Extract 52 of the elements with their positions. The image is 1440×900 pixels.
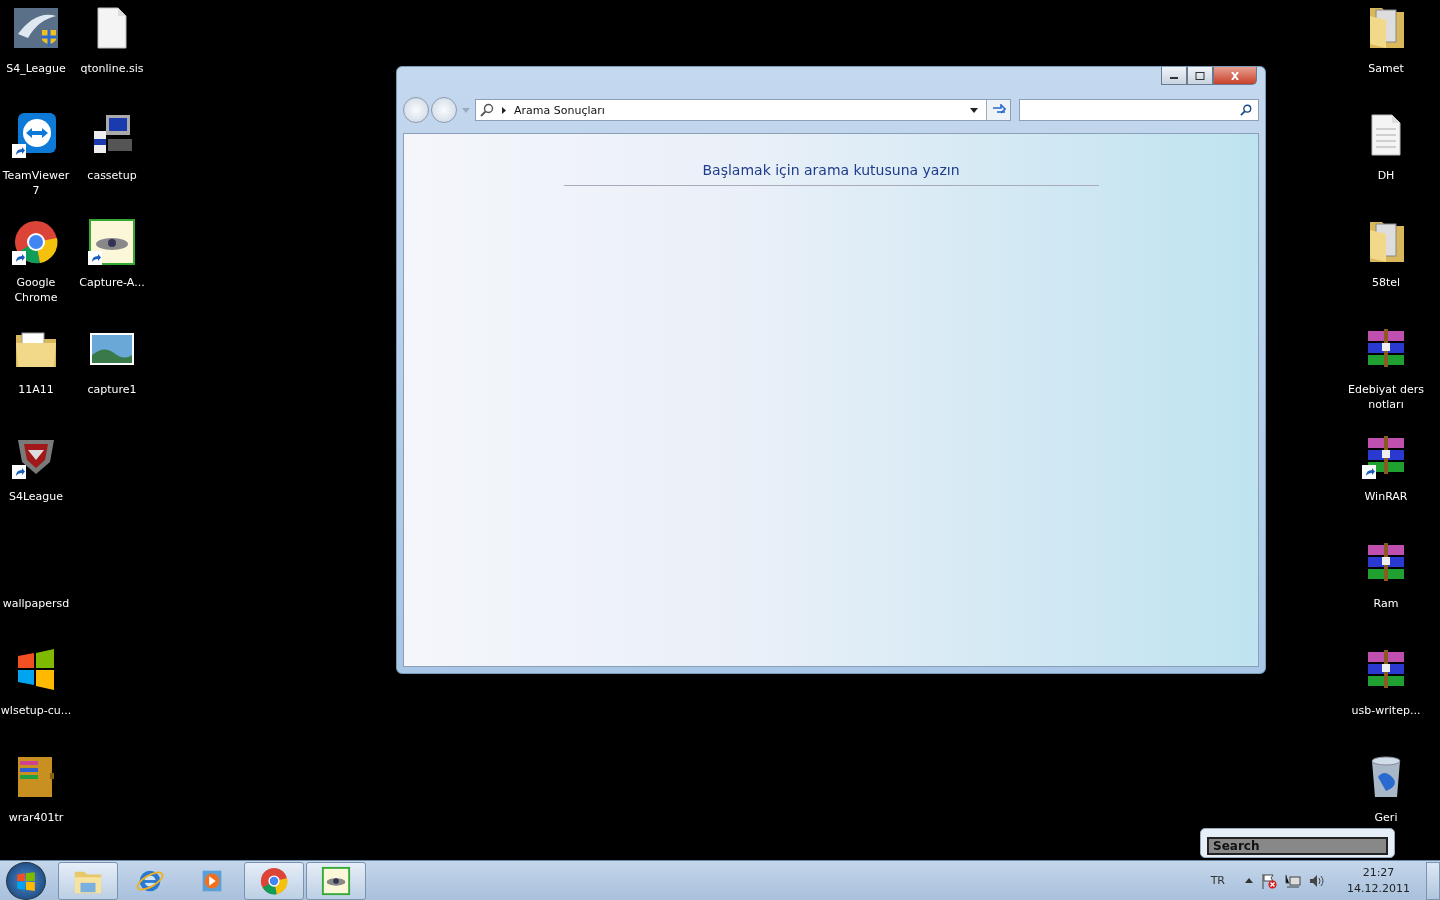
icon-label[interactable]: qtonline.sis [80, 61, 144, 76]
clock[interactable]: 21:27 14.12.2011 [1347, 864, 1410, 897]
icon-label[interactable]: Samet [1368, 61, 1404, 76]
search-input[interactable]: Search [1207, 837, 1388, 855]
dropdown-caret-icon[interactable] [970, 107, 978, 113]
icon-label[interactable]: Edebiyat ders notları [1346, 382, 1426, 412]
icon-label[interactable]: S4League [8, 489, 64, 504]
icon-label[interactable]: cassetup [87, 168, 137, 183]
taskbar-button[interactable] [58, 861, 118, 900]
maximize-button[interactable] [1187, 67, 1213, 85]
icon-label[interactable]: 11A11 [18, 382, 54, 397]
breadcrumb[interactable]: Arama Sonuçları [514, 103, 962, 117]
minimize-button[interactable] [1161, 67, 1187, 85]
camera-icon[interactable] [88, 218, 136, 266]
maximize-icon [1195, 71, 1205, 80]
time: 21:27 [1362, 864, 1395, 881]
arrows-icon [991, 104, 1006, 116]
taskbar-button[interactable] [306, 861, 366, 900]
caret-icon[interactable] [1245, 878, 1253, 883]
date: 14.12.2011 [1347, 880, 1410, 897]
network-icon[interactable] [1285, 872, 1301, 889]
refresh-button[interactable] [986, 100, 1010, 120]
icon-label[interactable]: capture1 [87, 382, 137, 397]
icon-label[interactable]: 58tel [1371, 275, 1401, 290]
icon-label[interactable]: wallpapersd [2, 596, 70, 611]
icon-label[interactable]: usb-writep... [1351, 703, 1421, 718]
icon-label[interactable]: TeamViewer 7 [0, 168, 74, 198]
icon-label[interactable]: Google Chrome [0, 275, 74, 305]
icon-label[interactable]: S4_League [6, 61, 66, 76]
empty-message: Başlamak için arama kutusuna yazın [702, 162, 960, 178]
icon-label[interactable]: Ram [1373, 596, 1399, 611]
flag-icon[interactable] [1261, 872, 1277, 889]
start-button[interactable] [6, 861, 46, 900]
close-icon [1230, 71, 1240, 80]
chevron-icon [502, 106, 506, 114]
language-indicator[interactable]: TR [1210, 874, 1225, 887]
icon-label[interactable]: wrar401tr [8, 810, 64, 825]
search-icon [1240, 104, 1252, 116]
windows-logo-icon [15, 869, 37, 892]
close-button[interactable] [1213, 67, 1257, 85]
camera-icon [321, 865, 351, 896]
chrome-icon[interactable] [12, 218, 60, 266]
icon-label[interactable]: DH [1377, 168, 1395, 183]
icon-label[interactable]: Capture-A... [79, 275, 145, 290]
icon-label[interactable]: Geri [1374, 810, 1398, 825]
taskbar-button[interactable] [244, 861, 304, 900]
chrome-icon [259, 865, 289, 896]
search-icon [480, 103, 494, 117]
search-field[interactable] [1019, 99, 1259, 121]
icon-label[interactable]: wlsetup-cu... [0, 703, 72, 718]
icon-label[interactable]: WinRAR [1364, 489, 1408, 504]
address-bar[interactable]: Arama Sonuçları [475, 99, 1011, 121]
